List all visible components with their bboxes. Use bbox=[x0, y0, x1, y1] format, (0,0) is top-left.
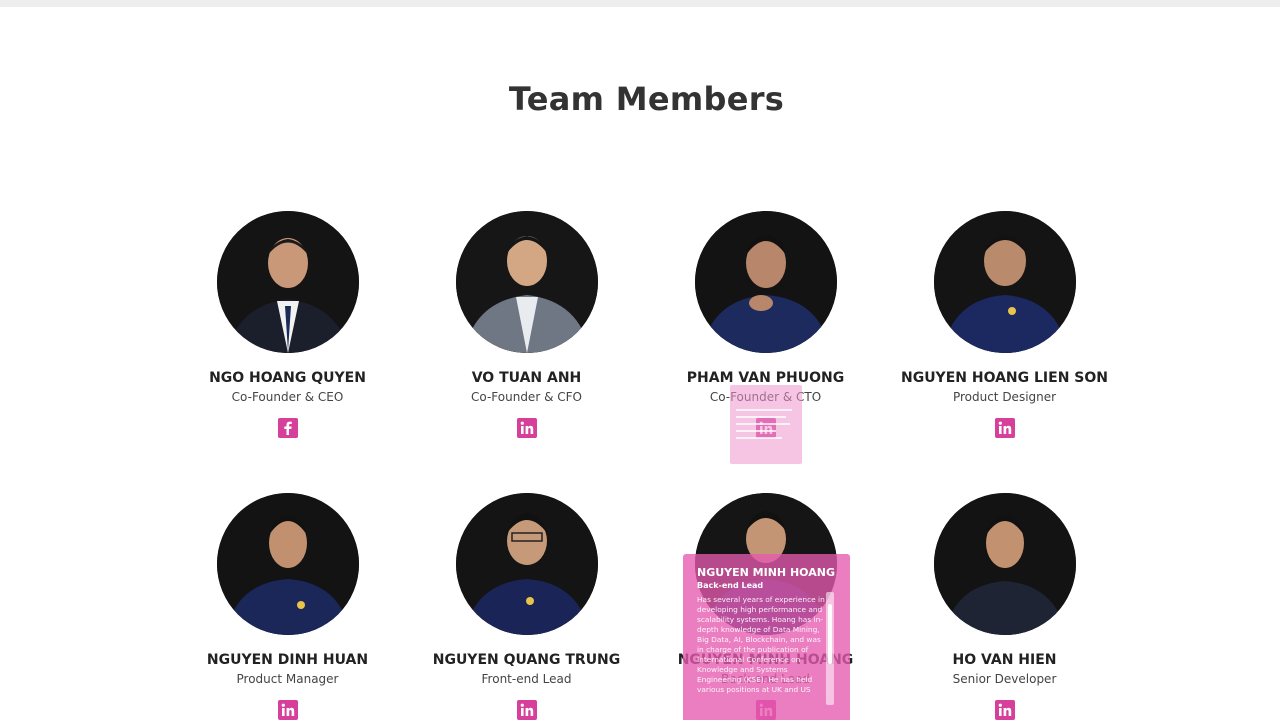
popup-name: NGUYEN MINH HOANG bbox=[697, 566, 835, 579]
member-name: NGUYEN HOANG LIEN SON bbox=[900, 370, 1108, 386]
member-bio-popup[interactable]: NGUYEN MINH HOANG Back-end Lead Has seve… bbox=[683, 554, 850, 720]
member-tooltip-fading bbox=[730, 385, 802, 464]
avatar bbox=[455, 493, 598, 635]
popup-role: Back-end Lead bbox=[697, 581, 764, 590]
member-name: HO VAN HIEN bbox=[952, 652, 1057, 668]
member-name: NGUYEN QUANG TRUNG bbox=[432, 652, 621, 668]
avatar bbox=[694, 211, 837, 353]
avatar bbox=[933, 211, 1076, 353]
section-title: Team Members bbox=[508, 80, 785, 118]
team-member-card: VO TUAN ANH Co-Founder & CFO bbox=[407, 211, 646, 442]
member-role: Product Manager bbox=[236, 672, 339, 686]
team-member-card: NGUYEN QUANG TRUNG Front-end Lead bbox=[407, 493, 646, 724]
linkedin-icon[interactable] bbox=[516, 418, 537, 438]
popup-bio: Has several years of experience in devel… bbox=[697, 595, 825, 694]
member-role: Senior Developer bbox=[952, 672, 1057, 686]
linkedin-icon[interactable] bbox=[994, 418, 1015, 438]
member-role: Product Designer bbox=[952, 390, 1057, 404]
linkedin-icon[interactable] bbox=[516, 700, 537, 720]
member-name: VO TUAN ANH bbox=[471, 370, 582, 386]
member-name: NGO HOANG QUYEN bbox=[209, 370, 366, 386]
linkedin-icon[interactable] bbox=[994, 700, 1015, 720]
avatar bbox=[216, 493, 359, 635]
member-name: NGUYEN DINH HUAN bbox=[206, 652, 369, 668]
member-role: Co-Founder & CFO bbox=[471, 390, 582, 404]
member-name: PHAM VAN PHUONG bbox=[686, 370, 845, 386]
linkedin-icon[interactable] bbox=[277, 700, 298, 720]
team-member-card: NGO HOANG QUYEN Co-Founder & CEO bbox=[168, 211, 407, 442]
avatar bbox=[455, 211, 598, 353]
top-bar bbox=[0, 0, 1280, 7]
avatar bbox=[933, 493, 1076, 635]
team-member-card: HO VAN HIEN Senior Developer bbox=[885, 493, 1124, 724]
member-role: Front-end Lead bbox=[481, 672, 572, 686]
member-role: Co-Founder & CEO bbox=[231, 390, 344, 404]
team-member-card: NGUYEN HOANG LIEN SON Product Designer bbox=[885, 211, 1124, 442]
team-member-card: NGUYEN DINH HUAN Product Manager bbox=[168, 493, 407, 724]
facebook-icon[interactable] bbox=[277, 418, 298, 438]
popup-scrollbar-thumb[interactable] bbox=[828, 604, 832, 664]
avatar bbox=[216, 211, 359, 353]
